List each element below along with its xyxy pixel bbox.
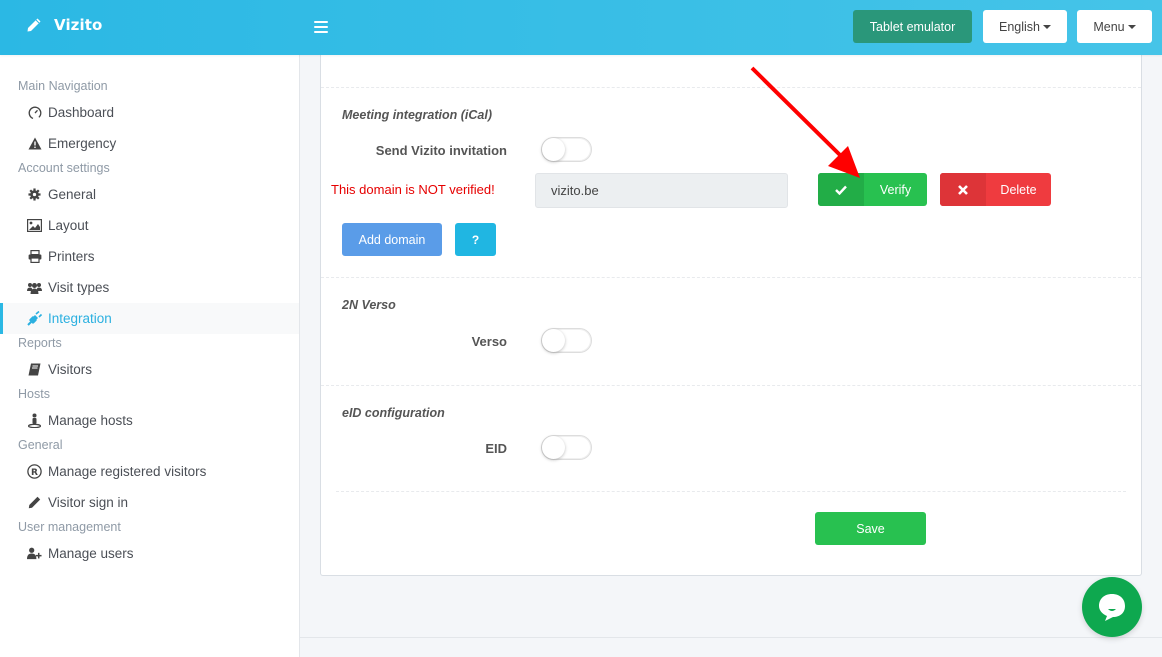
divider xyxy=(321,277,1141,278)
sidebar-item-label: Manage registered visitors xyxy=(48,464,207,479)
help-button[interactable]: ? xyxy=(455,223,496,256)
sidebar-item-printers[interactable]: Printers xyxy=(0,241,299,272)
menu-dropdown[interactable]: Menu xyxy=(1077,10,1152,43)
send-invitation-toggle[interactable] xyxy=(541,137,592,162)
verify-button[interactable]: Verify xyxy=(818,173,927,206)
nav-header-general: General xyxy=(18,438,63,452)
chat-widget-button[interactable] xyxy=(1082,577,1142,637)
warning-icon xyxy=(27,136,42,151)
sidebar-item-label: Visitor sign in xyxy=(48,495,129,510)
chat-icon xyxy=(1099,594,1125,621)
registered-icon: R xyxy=(27,464,42,479)
section-title-ical: Meeting integration (iCal) xyxy=(342,108,492,122)
svg-text:R: R xyxy=(31,468,38,478)
integration-settings-card: Meeting integration (iCal) Send Vizito i… xyxy=(320,55,1142,576)
sidebar-item-emergency[interactable]: Emergency xyxy=(0,128,299,159)
sidebar-item-manage-users[interactable]: Manage users xyxy=(0,538,299,569)
add-domain-button[interactable]: Add domain xyxy=(342,223,442,256)
delete-button[interactable]: Delete xyxy=(940,173,1051,206)
sidebar-item-label: General xyxy=(48,187,97,202)
top-navbar: Vizito Tablet emulator English Menu xyxy=(0,0,1162,55)
nav-header-reports: Reports xyxy=(18,336,62,350)
sidebar-item-manage-hosts[interactable]: Manage hosts xyxy=(0,405,299,436)
sidebar-item-visit-types[interactable]: Visit types xyxy=(0,272,299,303)
section-title-verso: 2N Verso xyxy=(342,298,396,312)
nav-header-account-settings: Account settings xyxy=(18,161,110,175)
host-icon xyxy=(27,413,42,428)
check-icon xyxy=(818,173,864,206)
divider xyxy=(321,385,1141,386)
sidebar-item-label: Emergency xyxy=(48,136,117,151)
brand[interactable]: Vizito xyxy=(26,16,102,34)
save-button[interactable]: Save xyxy=(815,512,926,545)
sidebar-item-label: Integration xyxy=(48,311,112,326)
sidebar-item-label: Printers xyxy=(48,249,95,264)
dashboard-gauge-icon xyxy=(27,105,42,120)
delete-label: Delete xyxy=(1000,182,1037,197)
language-dropdown[interactable]: English xyxy=(983,10,1067,43)
sidebar-item-dashboard[interactable]: Dashboard xyxy=(0,97,299,128)
divider xyxy=(336,491,1126,492)
footer-divider xyxy=(300,637,1162,638)
sidebar-item-manage-registered-visitors[interactable]: R Manage registered visitors xyxy=(0,456,299,487)
verso-toggle[interactable] xyxy=(541,328,592,353)
sidebar-item-visitors[interactable]: Visitors xyxy=(0,354,299,385)
plug-icon xyxy=(27,311,42,326)
pencil-icon xyxy=(27,18,41,32)
gear-icon xyxy=(27,187,42,202)
toggle-knob xyxy=(542,329,565,352)
toggle-knob xyxy=(542,138,565,161)
brand-name: Vizito xyxy=(54,16,103,34)
caret-down-icon xyxy=(1043,24,1051,29)
user-plus-icon xyxy=(27,546,42,561)
caret-down-icon xyxy=(1127,24,1136,29)
nav-header-hosts: Hosts xyxy=(18,387,50,401)
tablet-emulator-button[interactable]: Tablet emulator xyxy=(853,10,972,43)
nav-header-user-management: User management xyxy=(18,520,121,534)
verso-label: Verso xyxy=(471,334,507,349)
sidebar-item-label: Visit types xyxy=(48,280,110,295)
eid-label: EID xyxy=(485,441,507,456)
sidebar-item-label: Dashboard xyxy=(48,105,115,120)
image-icon xyxy=(27,218,42,233)
sidebar-item-label: Layout xyxy=(48,218,89,233)
book-icon xyxy=(27,362,42,377)
section-title-eid: eID configuration xyxy=(342,406,445,420)
eid-toggle[interactable] xyxy=(541,435,592,460)
domain-not-verified-warning: This domain is NOT verified! xyxy=(331,182,495,197)
pencil-icon xyxy=(27,495,42,510)
sidebar-item-integration[interactable]: Integration xyxy=(0,303,299,334)
sidebar-item-general[interactable]: General xyxy=(0,179,299,210)
language-label: English xyxy=(999,19,1040,34)
sidebar-item-label: Manage users xyxy=(48,546,134,561)
close-icon xyxy=(940,173,986,206)
sidebar: Main Navigation Dashboard Emergency Acco… xyxy=(0,55,300,657)
sidebar-item-label: Manage hosts xyxy=(48,413,133,428)
sidebar-item-label: Visitors xyxy=(48,362,93,377)
divider xyxy=(321,87,1141,88)
users-icon xyxy=(27,280,42,295)
nav-header-main-navigation: Main Navigation xyxy=(18,79,108,93)
toggle-knob xyxy=(542,436,565,459)
sidebar-item-layout[interactable]: Layout xyxy=(0,210,299,241)
hamburger-icon[interactable] xyxy=(314,21,328,33)
printer-icon xyxy=(27,249,42,264)
verify-label: Verify xyxy=(879,182,912,197)
send-invitation-label: Send Vizito invitation xyxy=(375,143,507,158)
domain-input[interactable] xyxy=(535,173,788,208)
sidebar-item-visitor-sign-in[interactable]: Visitor sign in xyxy=(0,487,299,518)
menu-label: Menu xyxy=(1093,19,1125,34)
